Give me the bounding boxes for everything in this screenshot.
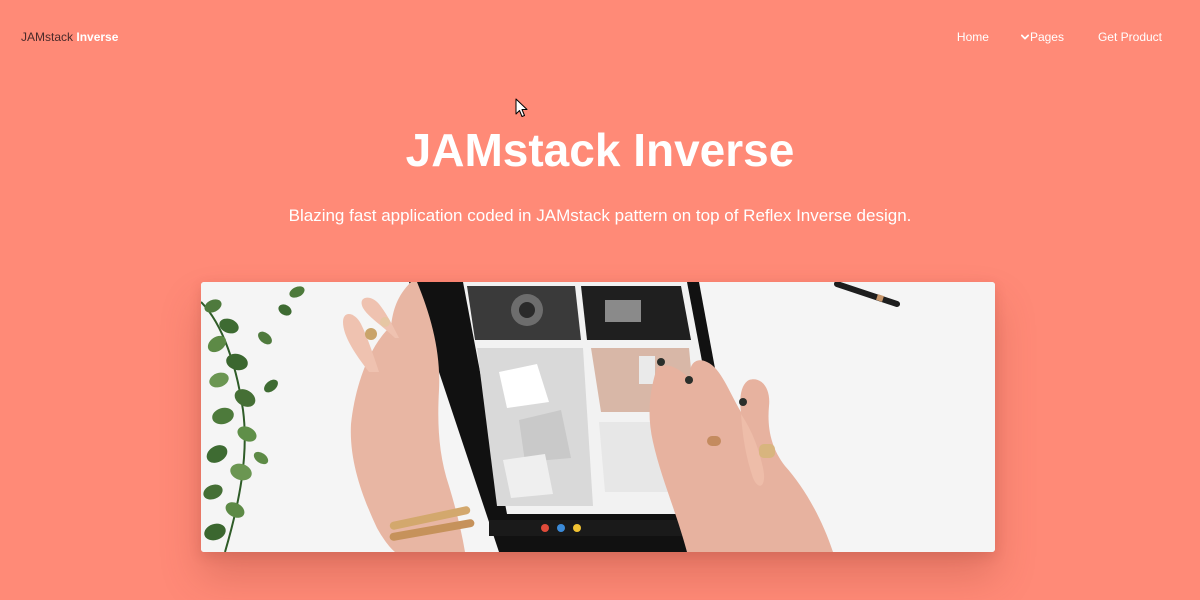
brand-logo-link[interactable]: JAMstack Inverse bbox=[21, 30, 118, 44]
nav-home-link[interactable]: Home bbox=[957, 30, 989, 44]
nav-pages-label: Pages bbox=[1029, 30, 1064, 44]
chevron-down-icon bbox=[1020, 34, 1029, 40]
tablet-photo-illustration bbox=[201, 282, 995, 552]
nav-pages-dropdown[interactable]: Pages bbox=[1020, 30, 1064, 44]
landing-page: JAMstack Inverse Home Pages Get Product … bbox=[0, 0, 1200, 600]
main-nav: Home Pages Get Product bbox=[957, 30, 1162, 44]
mouse-cursor-icon bbox=[515, 98, 528, 117]
brand-accent-text: Inverse bbox=[76, 30, 119, 44]
navbar: JAMstack Inverse Home Pages Get Product bbox=[0, 0, 1200, 74]
hero-image bbox=[201, 282, 995, 552]
nav-get-product-link[interactable]: Get Product bbox=[1098, 30, 1162, 44]
hero-subtitle: Blazing fast application coded in JAMsta… bbox=[288, 206, 912, 225]
nav-home-label: Home bbox=[956, 30, 989, 44]
hero-title: JAMstack Inverse bbox=[405, 124, 795, 176]
brand-text: JAMstack bbox=[21, 30, 74, 44]
nav-get-product-label: Get Product bbox=[1097, 30, 1162, 44]
